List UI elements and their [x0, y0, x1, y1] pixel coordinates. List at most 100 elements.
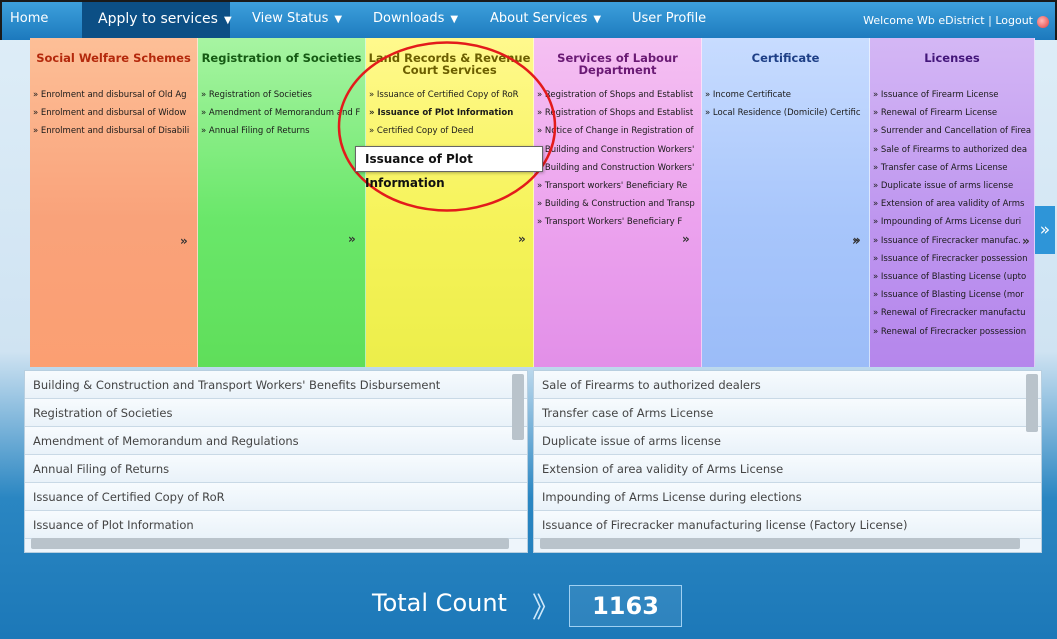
chevron-down-icon: ▼	[223, 15, 232, 26]
panel-link[interactable]: Building & Construction and Transp	[537, 195, 701, 213]
panel-link[interactable]: Renewal of Firecracker manufactu	[873, 304, 1034, 322]
tooltip: Issuance of Plot Information	[355, 146, 543, 190]
nav-user-profile[interactable]: User Profile	[632, 2, 706, 40]
panel-link[interactable]: Duplicate issue of arms license	[873, 177, 1034, 195]
panel-link[interactable]: Amendment of Memorandum and F	[201, 104, 365, 122]
panel-list: Registration of Shops and Establist Regi…	[534, 80, 701, 232]
nav-about-label: About Services	[490, 11, 588, 26]
panel-link[interactable]: Renewal of Firearm License	[873, 104, 1034, 122]
horizontal-scrollbar[interactable]	[31, 538, 509, 549]
panel-link[interactable]: Impounding of Arms License duri	[873, 213, 1034, 231]
panel-link[interactable]: Annual Filing of Returns	[201, 122, 365, 140]
panel-link[interactable]: Notice of Change in Registration of	[537, 122, 701, 140]
panel-list: Enrolment and disbursal of Old Ag Enrolm…	[30, 80, 197, 141]
more-arrow-icon[interactable]: »	[518, 232, 526, 246]
nav-apply-label: Apply to services	[98, 11, 218, 27]
more-arrow-icon[interactable]: »	[348, 232, 356, 246]
scroll-right-arrow-icon[interactable]: »	[1035, 206, 1055, 254]
nav-apply-to-services[interactable]: Apply to services ▼	[82, 2, 232, 40]
panel-registration-of-societies: Registration of Societies Registration o…	[198, 38, 366, 367]
panel-link[interactable]: Enrolment and disbursal of Disabili	[33, 122, 197, 140]
nav-separator: |	[988, 14, 992, 27]
panel-labour-department: Services of Labour Department Registrati…	[534, 38, 702, 367]
panel-link[interactable]: Issuance of Firearm License	[873, 86, 1034, 104]
panel-list: Issuance of Firearm License Renewal of F…	[870, 80, 1034, 341]
panel-title: Certificate	[751, 51, 820, 65]
panel-title: Land Records & Revenue Court Services	[368, 51, 531, 77]
chevron-down-icon: ▼	[334, 14, 343, 25]
chevron-right-icon: 》	[532, 591, 561, 624]
vertical-scrollbar[interactable]	[1026, 374, 1038, 432]
welcome-area: Welcome Wb eDistrict | Logout	[863, 14, 1033, 27]
total-count-bar: Total Count 》 1163	[0, 568, 1057, 639]
panel-title: Licenses	[924, 51, 980, 65]
panel-link[interactable]: Registration of Shops and Establist	[537, 86, 701, 104]
total-count-value: 1163	[569, 585, 682, 627]
list-item[interactable]: Building & Construction and Transport Wo…	[25, 371, 527, 399]
list-item[interactable]: Amendment of Memorandum and Regulations	[25, 427, 527, 455]
list-item[interactable]: Impounding of Arms License during electi…	[534, 483, 1041, 511]
panel-link[interactable]: Registration of Societies	[201, 86, 365, 104]
panel-link[interactable]: Extension of area validity of Arms	[873, 195, 1034, 213]
panel-link[interactable]: Building and Construction Workers'	[537, 141, 701, 159]
panel-land-records: Land Records & Revenue Court Services Is…	[366, 38, 534, 367]
panel-link[interactable]: Building and Construction Workers'	[537, 159, 701, 177]
list-item[interactable]: Issuance of Plot Information	[25, 511, 527, 539]
nav-downloads[interactable]: Downloads ▼	[373, 2, 458, 40]
list-item[interactable]: Extension of area validity of Arms Licen…	[534, 455, 1041, 483]
panel-link-hovered[interactable]: Issuance of Plot Information	[369, 104, 533, 122]
panel-link[interactable]: Issuance of Firecracker manufac.	[873, 232, 1034, 250]
nav-about-services[interactable]: About Services ▼	[490, 2, 601, 40]
chevron-down-icon: ▼	[450, 14, 459, 25]
panel-link[interactable]: Issuance of Blasting License (mor	[873, 286, 1034, 304]
chevron-down-icon: ▼	[593, 14, 602, 25]
horizontal-scrollbar[interactable]	[540, 538, 1020, 549]
panel-link[interactable]: Certified Copy of Deed	[369, 122, 533, 140]
nav-downloads-label: Downloads	[373, 11, 445, 26]
list-item[interactable]: Annual Filing of Returns	[25, 455, 527, 483]
list-item[interactable]: Issuance of Certified Copy of RoR	[25, 483, 527, 511]
panel-link[interactable]: Registration of Shops and Establist	[537, 104, 701, 122]
panel-link[interactable]: Issuance of Blasting License (upto	[873, 268, 1034, 286]
panel-link[interactable]: Transfer case of Arms License	[873, 159, 1034, 177]
list-item[interactable]: Duplicate issue of arms license	[534, 427, 1041, 455]
nav-home[interactable]: Home	[10, 2, 48, 40]
panel-title: Social Welfare Schemes	[36, 51, 191, 65]
more-arrow-icon[interactable]: »	[682, 232, 690, 246]
welcome-text: Welcome Wb eDistrict	[863, 14, 985, 27]
more-arrow-icon[interactable]: »	[1022, 234, 1030, 248]
panel-link[interactable]: Enrolment and disbursal of Old Ag	[33, 86, 197, 104]
panel-link[interactable]: Income Certificate	[705, 86, 869, 104]
services-list-left: Building & Construction and Transport Wo…	[24, 370, 528, 553]
panel-link[interactable]: Surrender and Cancellation of Firea	[873, 122, 1034, 140]
panel-licenses: Licenses Issuance of Firearm License Ren…	[870, 38, 1035, 367]
panel-link[interactable]: Local Residence (Domicile) Certific	[705, 104, 869, 122]
list-item[interactable]: Registration of Societies	[25, 399, 527, 427]
panel-list: Income Certificate Local Residence (Domi…	[702, 80, 869, 122]
panel-link[interactable]: Issuance of Firecracker possession	[873, 250, 1034, 268]
panel-list: Registration of Societies Amendment of M…	[198, 80, 365, 141]
nav-user-profile-label: User Profile	[632, 11, 707, 26]
nav-home-label: Home	[10, 11, 49, 26]
panel-link[interactable]: Transport Workers' Beneficiary F	[537, 213, 701, 231]
more-arrow-icon[interactable]: »	[180, 234, 188, 248]
panel-link[interactable]: Transport workers' Beneficiary Re	[537, 177, 701, 195]
list-item[interactable]: Transfer case of Arms License	[534, 399, 1041, 427]
panel-title: Services of Labour Department	[557, 51, 678, 77]
nav-view-status[interactable]: View Status ▼	[252, 2, 342, 40]
panel-list: Issuance of Certified Copy of RoR Issuan…	[366, 80, 533, 141]
more-arrow-icon[interactable]: »	[853, 233, 861, 247]
nav-view-status-label: View Status	[252, 11, 329, 26]
top-nav-bar: Home Apply to services ▼ View Status ▼ Dow…	[0, 0, 1057, 40]
panel-link[interactable]: Renewal of Firecracker possession	[873, 323, 1034, 341]
panel-title: Registration of Societies	[201, 51, 362, 65]
panel-link[interactable]: Enrolment and disbursal of Widow	[33, 104, 197, 122]
list-item[interactable]: Sale of Firearms to authorized dealers	[534, 371, 1041, 399]
panel-social-welfare: Social Welfare Schemes Enrolment and dis…	[30, 38, 198, 367]
vertical-scrollbar[interactable]	[512, 374, 524, 440]
panel-link[interactable]: Sale of Firearms to authorized dea	[873, 141, 1034, 159]
logout-icon[interactable]	[1037, 16, 1049, 28]
panel-link[interactable]: Issuance of Certified Copy of RoR	[369, 86, 533, 104]
logout-link[interactable]: Logout	[995, 14, 1033, 27]
list-item[interactable]: Issuance of Firecracker manufacturing li…	[534, 511, 1041, 539]
